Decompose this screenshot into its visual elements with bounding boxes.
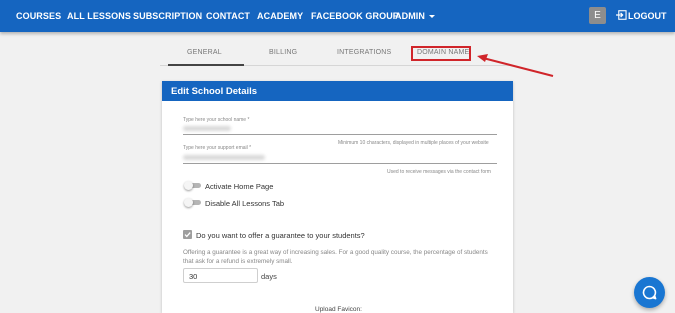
tab-billing[interactable]: BILLING — [269, 49, 297, 56]
nav-facebook-group[interactable]: FACEBOOK GROUP — [311, 11, 399, 21]
check-icon — [184, 232, 191, 238]
school-name-value[interactable] — [183, 126, 231, 131]
support-email-label: Type here your support email * — [183, 145, 252, 151]
tab-general[interactable]: GENERAL — [187, 49, 222, 56]
nav-contact[interactable]: CONTACT — [206, 11, 250, 21]
annotation-arrow — [477, 54, 554, 77]
school-name-field[interactable] — [183, 134, 497, 135]
chat-bubble-icon — [642, 285, 657, 300]
support-email-helper: Used to receive messages via the contact… — [387, 169, 491, 175]
logout-label: LOGOUT — [628, 11, 667, 21]
support-email-field[interactable] — [183, 163, 497, 164]
support-email-value[interactable] — [183, 155, 265, 160]
active-tab-indicator — [168, 64, 244, 66]
top-navbar: COURSES ALL LESSONS SUBSCRIPTION CONTACT… — [0, 0, 675, 32]
disable-all-lessons-label: Disable All Lessons Tab — [205, 199, 285, 208]
disable-all-lessons-toggle[interactable] — [184, 198, 202, 207]
avatar[interactable]: E — [589, 7, 606, 24]
school-name-helper: Minimum 10 characters, displayed in mult… — [338, 140, 489, 146]
activate-home-page-label: Activate Home Page — [205, 182, 274, 191]
nav-admin[interactable]: ADMIN — [395, 11, 435, 21]
nav-all-lessons[interactable]: ALL LESSONS — [67, 11, 131, 21]
guarantee-description: Offering a guarantee is a great way of i… — [183, 249, 488, 265]
domain-name-highlight-box — [411, 46, 471, 61]
guarantee-days-value: 30 — [189, 272, 198, 281]
logout-icon — [616, 10, 627, 20]
card-header: Edit School Details — [162, 81, 513, 101]
guarantee-days-input[interactable]: 30 — [183, 268, 258, 283]
nav-admin-label: ADMIN — [395, 11, 425, 21]
nav-courses[interactable]: COURSES — [16, 11, 61, 21]
chevron-down-icon — [429, 15, 435, 19]
activate-home-page-toggle[interactable] — [184, 181, 202, 190]
chat-button[interactable] — [634, 277, 665, 308]
card-title: Edit School Details — [171, 86, 258, 97]
school-name-label: Type here your school name * — [183, 117, 250, 123]
guarantee-checkbox[interactable] — [183, 230, 192, 239]
tab-integrations[interactable]: INTEGRATIONS — [337, 49, 391, 56]
upload-favicon-label: Upload Favicon: — [315, 306, 362, 313]
guarantee-label: Do you want to offer a guarantee to your… — [196, 231, 365, 240]
nav-subscription[interactable]: SUBSCRIPTION — [133, 11, 202, 21]
toggle-knob — [184, 198, 193, 207]
nav-academy[interactable]: ACADEMY — [257, 11, 303, 21]
days-label: days — [261, 272, 277, 281]
toggle-knob — [184, 181, 193, 190]
